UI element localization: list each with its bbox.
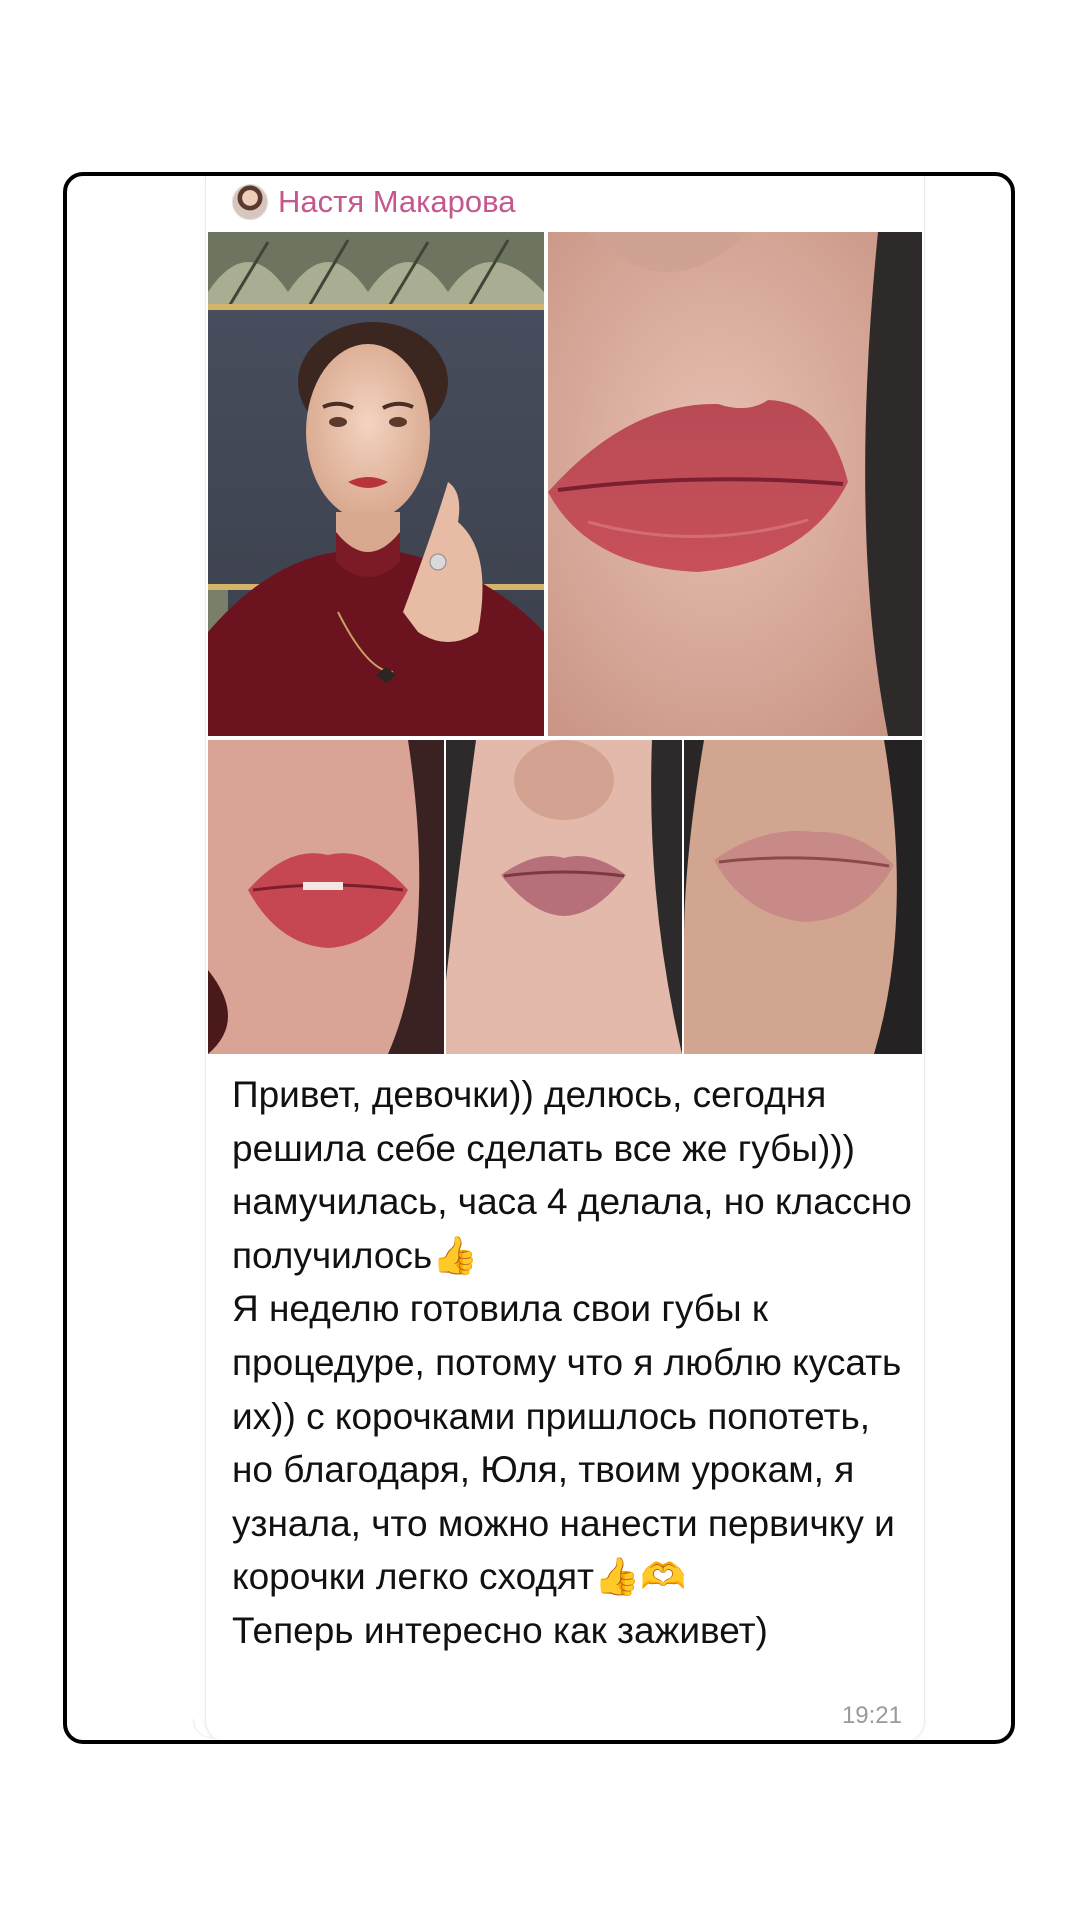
message-sender[interactable]: Настя Макарова [232,182,515,222]
message-text: Привет, девочки)) делюсь, сегодня решила… [232,1074,912,1651]
message-bubble[interactable]: Настя Макарова Привет, девочки)) делюсь,… [205,176,925,1740]
screenshot-frame: Настя Макарова Привет, девочки)) делюсь,… [63,172,1015,1744]
lips-nose-photo[interactable] [446,740,682,1054]
lips-closeup-photo[interactable] [548,232,922,736]
sender-name[interactable]: Настя Макарова [278,184,515,220]
sender-avatar[interactable] [232,184,268,220]
portrait-photo[interactable] [208,232,544,736]
lips-front-photo[interactable] [208,740,444,1054]
message-time: 19:21 [841,1702,902,1729]
lips-side-photo[interactable] [684,740,922,1054]
